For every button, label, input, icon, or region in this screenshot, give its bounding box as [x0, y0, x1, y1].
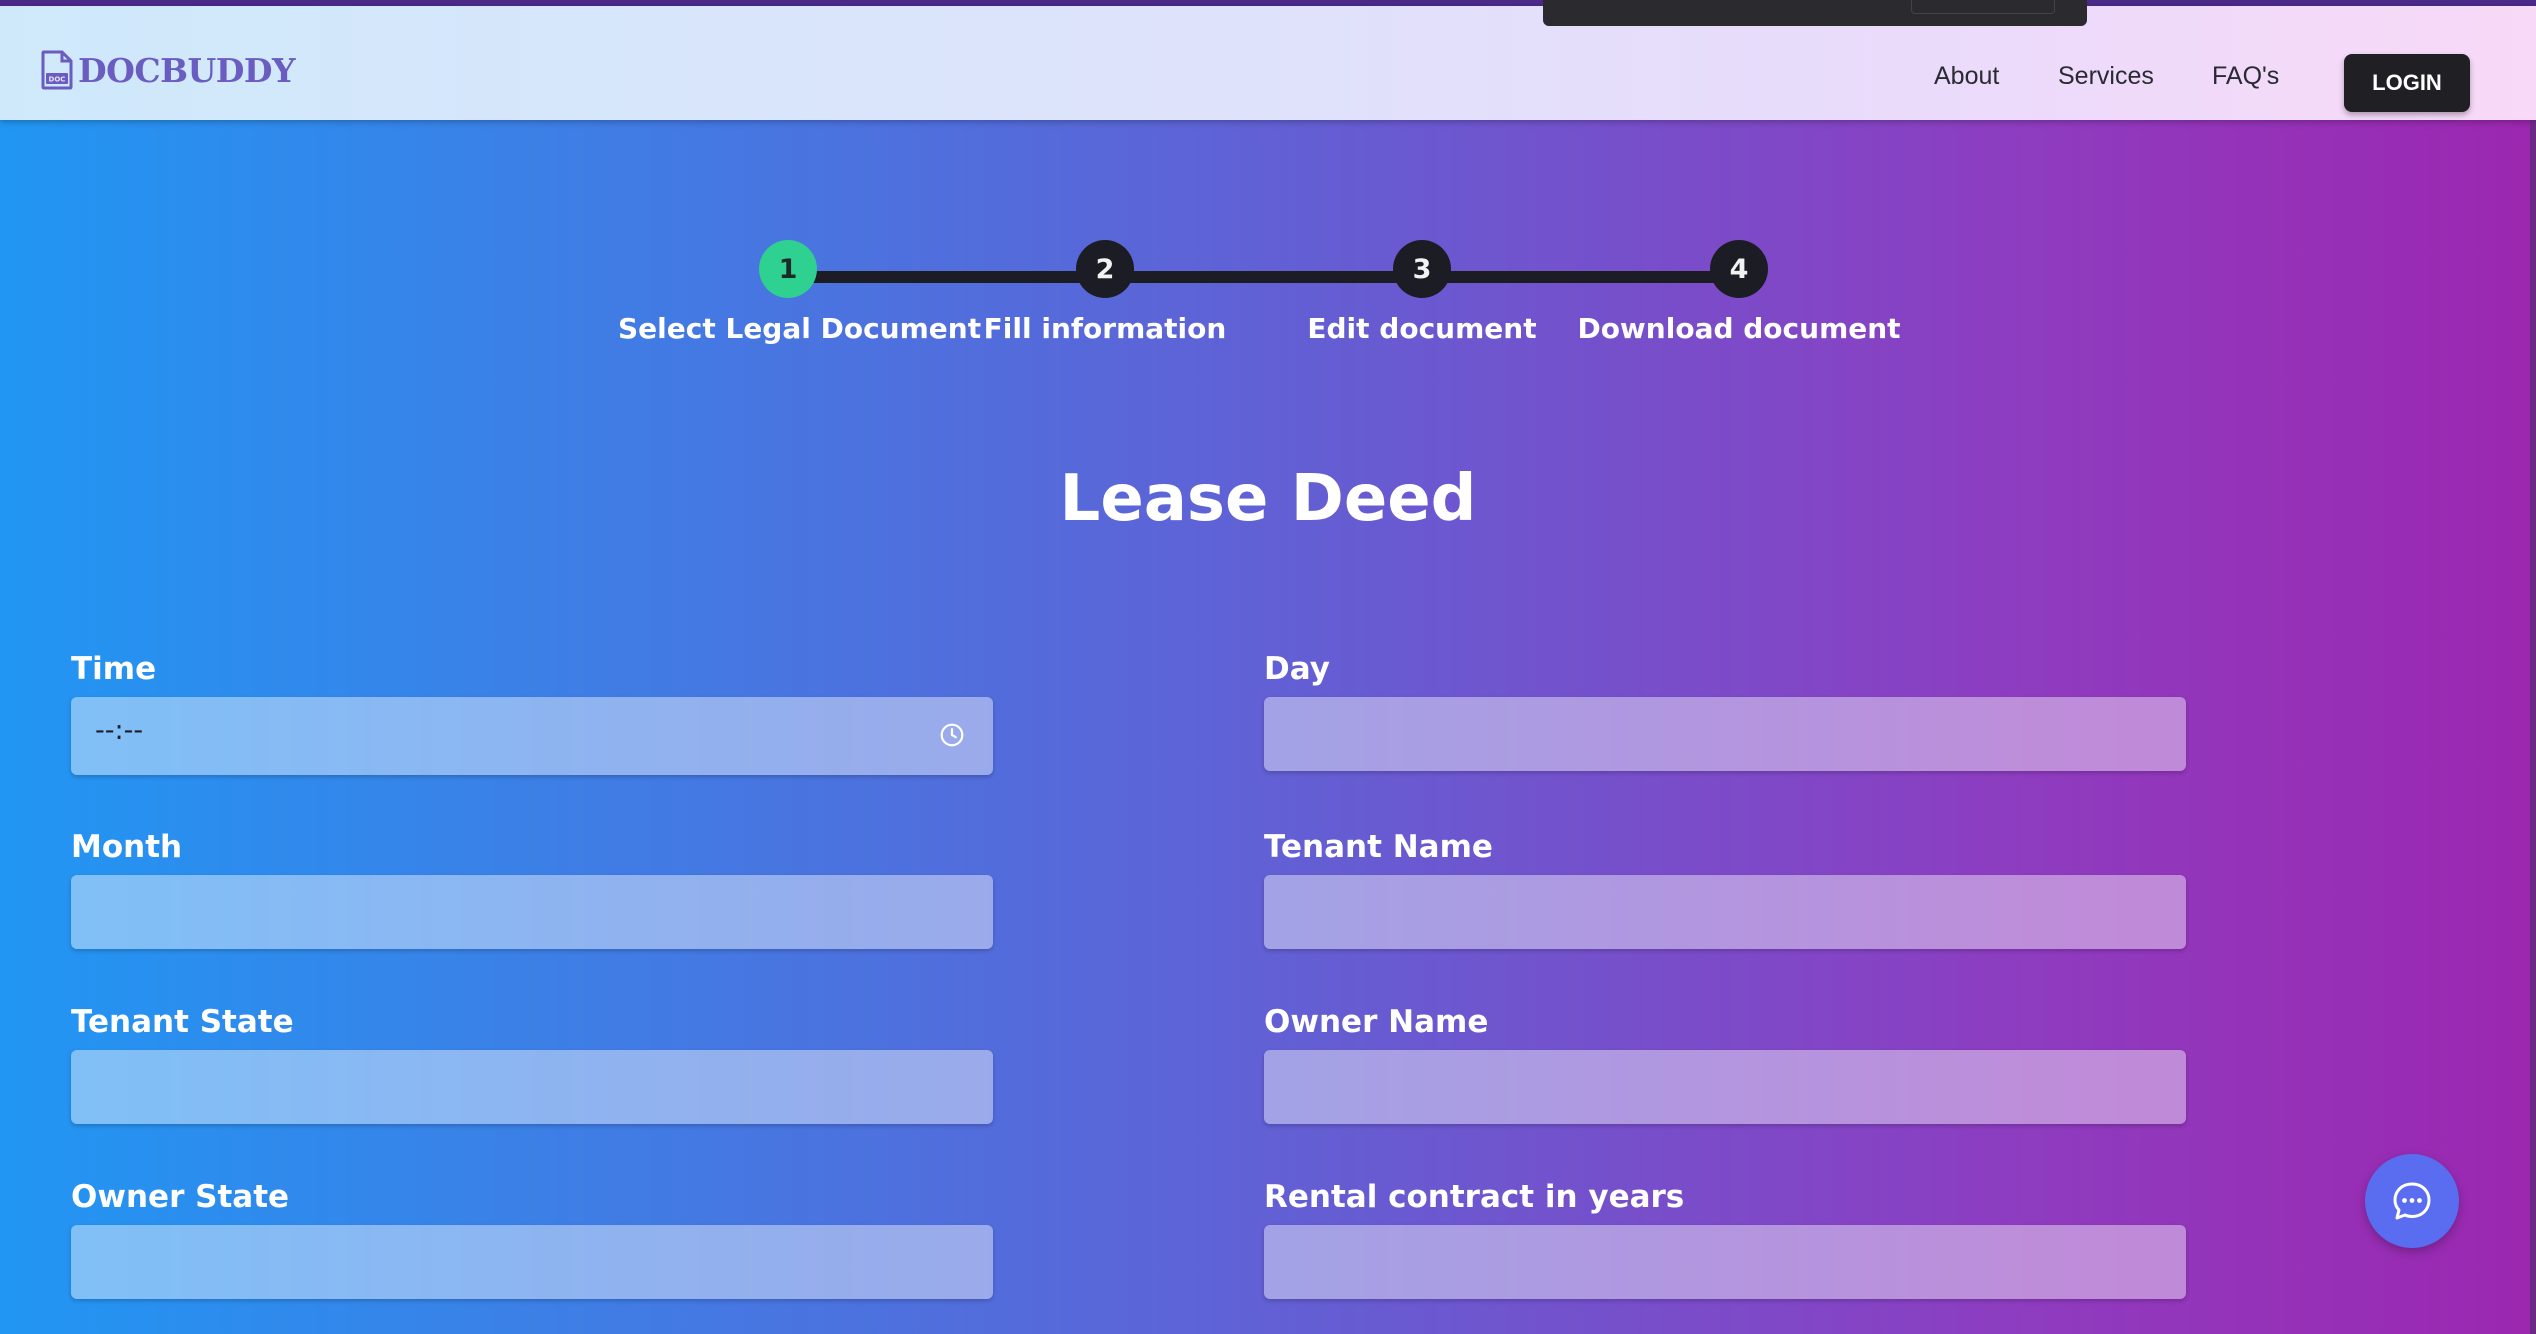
day-input[interactable] — [1264, 697, 2186, 771]
month-input[interactable] — [71, 875, 993, 949]
tenant-name-input[interactable] — [1264, 875, 2186, 949]
tenant-state-field-group: Tenant State — [71, 1004, 995, 1124]
rental-contract-years-input[interactable] — [1264, 1225, 2186, 1299]
nav-link-services[interactable]: Services — [2058, 62, 2154, 91]
owner-name-input[interactable] — [1264, 1050, 2186, 1124]
step-4: 4 Download document — [1569, 240, 1909, 345]
tenant-name-label: Tenant Name — [1264, 829, 1493, 865]
time-label: Time — [71, 651, 157, 687]
browser-overlay-bar — [1543, 0, 2087, 26]
svg-text:DOC: DOC — [49, 76, 66, 84]
step-4-label: Download document — [1577, 312, 1901, 345]
navbar: DOC DOCBUDDY About Services FAQ's LOGIN — [0, 6, 2536, 120]
owner-name-field-group: Owner Name — [1264, 1004, 2188, 1124]
page-title: Lease Deed — [1059, 462, 1477, 536]
month-field-group: Month — [71, 829, 995, 949]
time-input[interactable] — [71, 697, 993, 775]
step-1-label: Select Legal Document — [618, 312, 982, 345]
brand-logo[interactable]: DOC DOCBUDDY — [40, 50, 296, 90]
progress-stepper: 1 Select Legal Document 2 Fill informati… — [0, 240, 2536, 360]
brand-name: DOCBUDDY — [78, 50, 296, 90]
rental-contract-years-label: Rental contract in years — [1264, 1179, 1685, 1215]
step-4-circle: 4 — [1710, 240, 1768, 298]
chat-bubble-icon — [2393, 1182, 2431, 1220]
owner-name-label: Owner Name — [1264, 1004, 1489, 1040]
tenant-state-input[interactable] — [71, 1050, 993, 1124]
month-label: Month — [71, 829, 183, 865]
step-1: 1 Select Legal Document — [618, 240, 982, 345]
owner-state-field-group: Owner State — [71, 1179, 995, 1299]
document-icon: DOC — [41, 50, 73, 90]
day-label: Day — [1264, 651, 1330, 687]
owner-state-input[interactable] — [71, 1225, 993, 1299]
step-1-circle: 1 — [759, 240, 817, 298]
step-2: 2 Fill information — [935, 240, 1275, 345]
step-3-label: Edit document — [1307, 312, 1537, 345]
nav-link-faqs[interactable]: FAQ's — [2212, 62, 2279, 91]
tenant-state-label: Tenant State — [71, 1004, 294, 1040]
step-3: 3 Edit document — [1252, 240, 1592, 345]
chat-button[interactable] — [2365, 1154, 2459, 1248]
step-3-circle: 3 — [1393, 240, 1451, 298]
login-button[interactable]: LOGIN — [2344, 54, 2470, 112]
nav-link-about[interactable]: About — [1934, 62, 1999, 91]
rental-contract-years-field-group: Rental contract in years — [1264, 1179, 2188, 1299]
overlay-bar-control — [1911, 0, 2055, 14]
step-2-label: Fill information — [983, 312, 1227, 345]
day-field-group: Day — [1264, 651, 2188, 771]
clock-icon[interactable] — [939, 722, 965, 748]
time-field-group: Time --:-- — [71, 651, 995, 775]
tenant-name-field-group: Tenant Name — [1264, 829, 2188, 949]
step-2-circle: 2 — [1076, 240, 1134, 298]
owner-state-label: Owner State — [71, 1179, 290, 1215]
